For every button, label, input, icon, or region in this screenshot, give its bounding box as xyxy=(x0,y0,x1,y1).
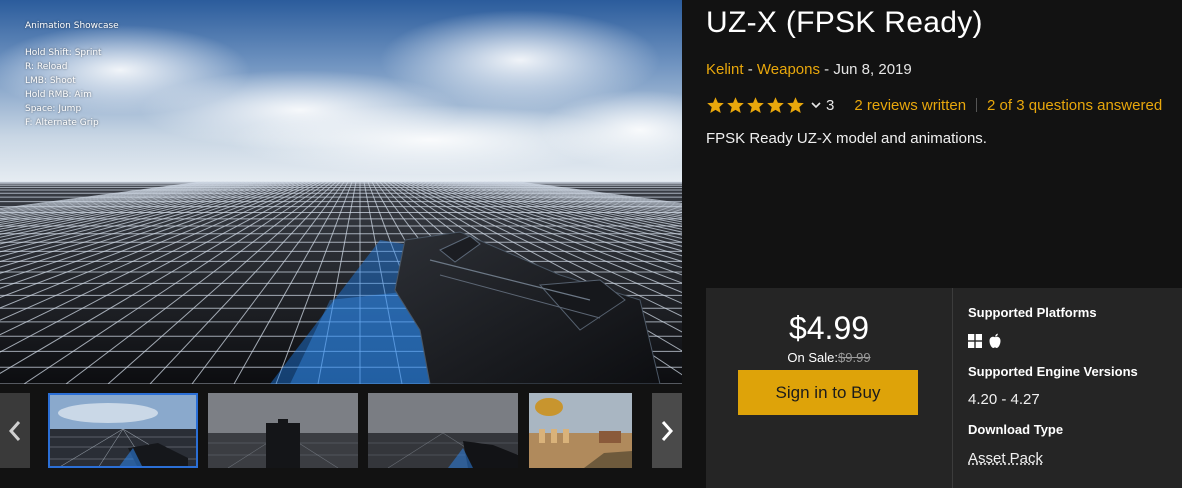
rating-count: 3 xyxy=(826,96,835,114)
controls-overlay: Animation Showcase Hold Shift: Sprint R:… xyxy=(25,19,119,130)
meta-separator: - xyxy=(743,61,757,78)
price-box: $4.99 On Sale:$9.99 Sign in to Buy xyxy=(706,288,952,488)
engine-versions-value: 4.20 - 4.27 xyxy=(968,391,1040,408)
release-date: Jun 8, 2019 xyxy=(833,61,912,78)
overlay-title: Animation Showcase xyxy=(25,21,119,31)
reviews-link[interactable]: 2 reviews written xyxy=(854,97,966,114)
chevron-left-icon xyxy=(8,420,21,441)
overlay-line: R: Reload xyxy=(25,62,68,72)
thumbnail-image xyxy=(208,393,358,468)
sale-label: On Sale: xyxy=(787,350,839,365)
star-rating[interactable] xyxy=(706,96,805,115)
category-link[interactable]: Weapons xyxy=(757,61,820,78)
gallery-thumbnail[interactable] xyxy=(529,393,632,468)
star-icon xyxy=(787,96,804,113)
download-type-link[interactable]: Asset Pack xyxy=(968,450,1043,467)
product-page: Animation Showcase Hold Shift: Sprint R:… xyxy=(0,0,1182,488)
original-price: $9.99 xyxy=(838,350,871,365)
gallery-thumbnail[interactable] xyxy=(368,393,518,468)
product-title: UZ-X (FPSK Ready) xyxy=(706,6,983,39)
download-type-label: Download Type xyxy=(968,422,1064,437)
sale-info: On Sale:$9.99 xyxy=(706,350,952,365)
star-icon xyxy=(707,96,724,113)
sign-in-to-buy-button[interactable]: Sign in to Buy xyxy=(738,370,918,415)
star-icon xyxy=(767,96,784,113)
engine-versions-label: Supported Engine Versions xyxy=(968,364,1138,379)
platforms-label: Supported Platforms xyxy=(968,305,1097,320)
panel-divider xyxy=(952,288,953,488)
questions-link[interactable]: 2 of 3 questions answered xyxy=(987,97,1162,114)
chevron-down-icon xyxy=(811,102,821,109)
rating-row: 3 2 reviews written 2 of 3 questions ans… xyxy=(706,94,1162,116)
overlay-line: F: Alternate Grip xyxy=(25,118,99,128)
thumbnail-image xyxy=(48,393,198,468)
product-meta: Kelint - Weapons - Jun 8, 2019 xyxy=(706,61,912,78)
overlay-line: LMB: Shoot xyxy=(25,76,76,86)
gallery-prev-button[interactable] xyxy=(0,393,30,468)
star-icon xyxy=(727,96,744,113)
overlay-line: Space: Jump xyxy=(25,104,82,114)
gallery-thumbnail[interactable] xyxy=(48,393,198,468)
thumbnail-strip xyxy=(0,384,682,488)
apple-icon xyxy=(989,333,1001,348)
windows-icon xyxy=(968,334,982,348)
overlay-line: Hold RMB: Aim xyxy=(25,90,92,100)
meta-separator: - xyxy=(819,61,834,78)
seller-link[interactable]: Kelint xyxy=(706,61,744,78)
main-preview-image[interactable]: Animation Showcase Hold Shift: Sprint R:… xyxy=(0,0,682,384)
link-divider xyxy=(976,98,978,112)
overlay-line: Hold Shift: Sprint xyxy=(25,48,102,58)
chevron-right-icon xyxy=(661,420,674,441)
rating-dropdown-toggle[interactable] xyxy=(810,99,822,111)
star-icon xyxy=(747,96,764,113)
current-price: $4.99 xyxy=(788,310,870,346)
platform-icons xyxy=(968,333,1002,349)
gallery-thumbnail[interactable] xyxy=(208,393,358,468)
thumbnail-image xyxy=(529,393,632,468)
product-description: FPSK Ready UZ-X model and animations. xyxy=(706,130,987,147)
purchase-panel: $4.99 On Sale:$9.99 Sign in to Buy Suppo… xyxy=(706,288,1182,488)
gallery-next-button[interactable] xyxy=(652,393,682,468)
thumbnail-image xyxy=(368,393,518,468)
